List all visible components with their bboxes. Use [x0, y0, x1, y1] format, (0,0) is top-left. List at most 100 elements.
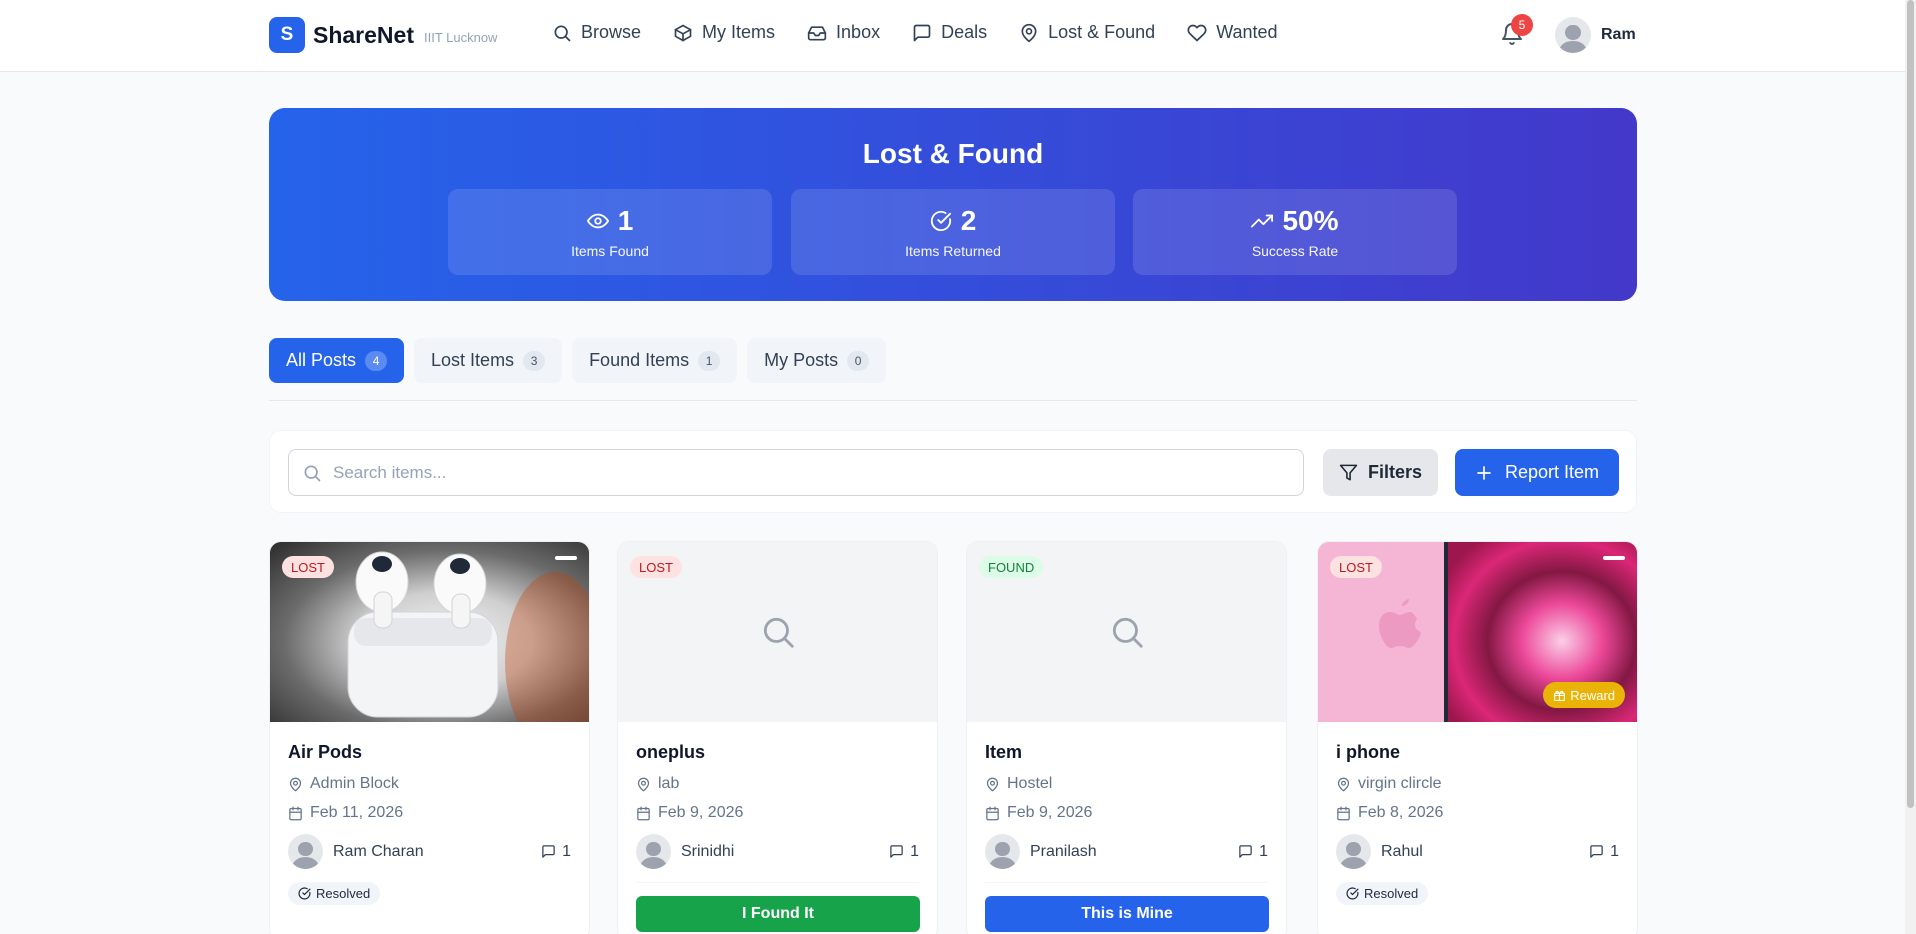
i-found-it-button[interactable]: I Found It: [636, 896, 920, 932]
search-icon: [304, 465, 321, 481]
map-pin-icon: [1337, 777, 1350, 791]
item-date: Feb 8, 2026: [1336, 804, 1619, 822]
comments-count[interactable]: 1: [1589, 843, 1619, 861]
map-pin-icon: [1021, 23, 1037, 42]
item-title: oneplus: [636, 742, 706, 762]
comment-count-text: 1: [562, 842, 571, 860]
item-location: virgin clircle: [1336, 775, 1619, 793]
comments-count[interactable]: 1: [1238, 843, 1268, 861]
item-owner[interactable]: Rahul: [1336, 834, 1423, 869]
item-photo-placeholder: FOUND: [967, 542, 1286, 722]
box-icon: [674, 24, 692, 41]
owner-name: Ram Charan: [333, 842, 424, 860]
date-text: Feb 8, 2026: [1358, 804, 1444, 821]
status-badge: LOST: [1330, 556, 1382, 578]
search-input[interactable]: [333, 462, 1233, 483]
stat-value: 2: [960, 205, 977, 236]
nav-label: Wanted: [1216, 22, 1278, 42]
comments-count[interactable]: 1: [541, 843, 571, 861]
avatar: [1555, 17, 1591, 53]
item-date: Feb 9, 2026: [985, 804, 1268, 822]
app-name: ShareNet: [313, 21, 414, 48]
logo: S: [269, 17, 305, 53]
report-label: Report Item: [1504, 462, 1600, 482]
comments-count[interactable]: 1: [889, 843, 919, 861]
eye-icon: [586, 213, 609, 229]
stat-items-returned: 2 Items Returned: [791, 189, 1115, 275]
tab-count: 3: [523, 350, 546, 371]
item-card-item[interactable]: FOUND Item Hostel Feb 9, 2026 Pranilash …: [966, 541, 1287, 934]
check-circle-icon: [1346, 887, 1359, 900]
nav-label: Deals: [941, 22, 988, 42]
tab-count: 4: [365, 350, 388, 371]
stat-items-found: 1 Items Found: [448, 189, 772, 275]
item-card-iphone[interactable]: LOST Reward i phone virgin clircle Feb 8…: [1317, 541, 1638, 934]
tab-label: All Posts: [286, 350, 357, 370]
map-pin-icon: [637, 777, 650, 791]
owner-name: Pranilash: [1030, 842, 1097, 860]
nav-item-deals[interactable]: Deals: [912, 22, 987, 43]
brand[interactable]: S ShareNet IIIT Lucknow: [269, 17, 497, 53]
comment-count-text: 1: [1610, 842, 1619, 860]
report-item-button[interactable]: Report Item: [1455, 449, 1619, 496]
item-title: Item: [985, 742, 1023, 762]
item-owner[interactable]: Pranilash: [985, 834, 1097, 869]
location-text: virgin clircle: [1358, 775, 1442, 792]
item-card-air-pods[interactable]: LOST Air Pods Admin Block Feb 11, 2026 R…: [269, 541, 590, 934]
page-title: Lost & Found: [862, 138, 1044, 169]
nav-item-browse[interactable]: Browse: [552, 22, 641, 43]
search-icon: [554, 25, 571, 41]
this-is-mine-button[interactable]: This is Mine: [985, 896, 1269, 932]
stat-label: Items Returned: [905, 243, 1001, 259]
item-photo-placeholder: LOST: [618, 542, 937, 722]
tab-found-items[interactable]: Found Items 1: [572, 338, 738, 383]
item-photo-airpods: LOST: [270, 542, 589, 722]
comment-count-text: 1: [910, 842, 919, 860]
item-date: Feb 9, 2026: [636, 804, 919, 822]
inbox-icon: [807, 25, 827, 41]
tab-my-posts[interactable]: My Posts 0: [747, 338, 887, 383]
heart-icon: [1187, 24, 1207, 41]
search-panel: Filters Report Item: [269, 430, 1637, 513]
avatar: [636, 834, 671, 869]
filter-icon: [1339, 464, 1358, 481]
top-navigation-bar: S ShareNet IIIT Lucknow Browse My Items …: [0, 0, 1905, 72]
location-text: lab: [658, 775, 680, 792]
trending-up-icon: [1251, 214, 1274, 228]
comment-icon: [1239, 845, 1252, 858]
user-menu[interactable]: Ram: [1555, 17, 1636, 53]
tab-count: 0: [847, 350, 870, 371]
tab-label: My Posts: [764, 350, 839, 370]
search-box[interactable]: [288, 449, 1304, 496]
calendar-icon: [986, 806, 999, 820]
avatar: [985, 834, 1020, 869]
nav-item-lost-found[interactable]: Lost & Found: [1019, 22, 1155, 43]
calendar-icon: [637, 806, 650, 820]
stat-label: Success Rate: [1251, 243, 1339, 259]
scrollbar-thumb[interactable]: [1907, 0, 1914, 808]
item-location: Admin Block: [288, 775, 571, 793]
stat-value: 50%: [1282, 205, 1339, 236]
vertical-scrollbar[interactable]: [1905, 0, 1916, 934]
status-badge: LOST: [630, 556, 682, 578]
comment-count-text: 1: [1259, 842, 1268, 860]
nav-item-wanted[interactable]: Wanted: [1187, 22, 1278, 43]
item-photo-iphone: LOST Reward: [1318, 542, 1637, 722]
resolved-text: Resolved: [1364, 886, 1419, 901]
item-owner[interactable]: Srinidhi: [636, 834, 734, 869]
item-title: Air Pods: [288, 742, 363, 762]
tab-all-posts[interactable]: All Posts 4: [269, 338, 405, 383]
item-card-oneplus[interactable]: LOST oneplus lab Feb 9, 2026 Srinidhi 1 …: [617, 541, 938, 934]
nav-label: Inbox: [836, 22, 881, 42]
nav-item-my-items[interactable]: My Items: [673, 22, 775, 43]
location-text: Hostel: [1007, 775, 1053, 792]
item-owner[interactable]: Ram Charan: [288, 834, 424, 869]
image-indicator: [1603, 556, 1625, 560]
calendar-icon: [1337, 806, 1350, 820]
filters-button[interactable]: Filters: [1323, 449, 1438, 496]
tab-lost-items[interactable]: Lost Items 3: [414, 338, 563, 383]
nav-item-inbox[interactable]: Inbox: [807, 22, 880, 43]
item-location: lab: [636, 775, 919, 793]
main-nav: Browse My Items Inbox Deals Lost & Found…: [552, 22, 1310, 43]
search-icon: [1112, 617, 1143, 648]
